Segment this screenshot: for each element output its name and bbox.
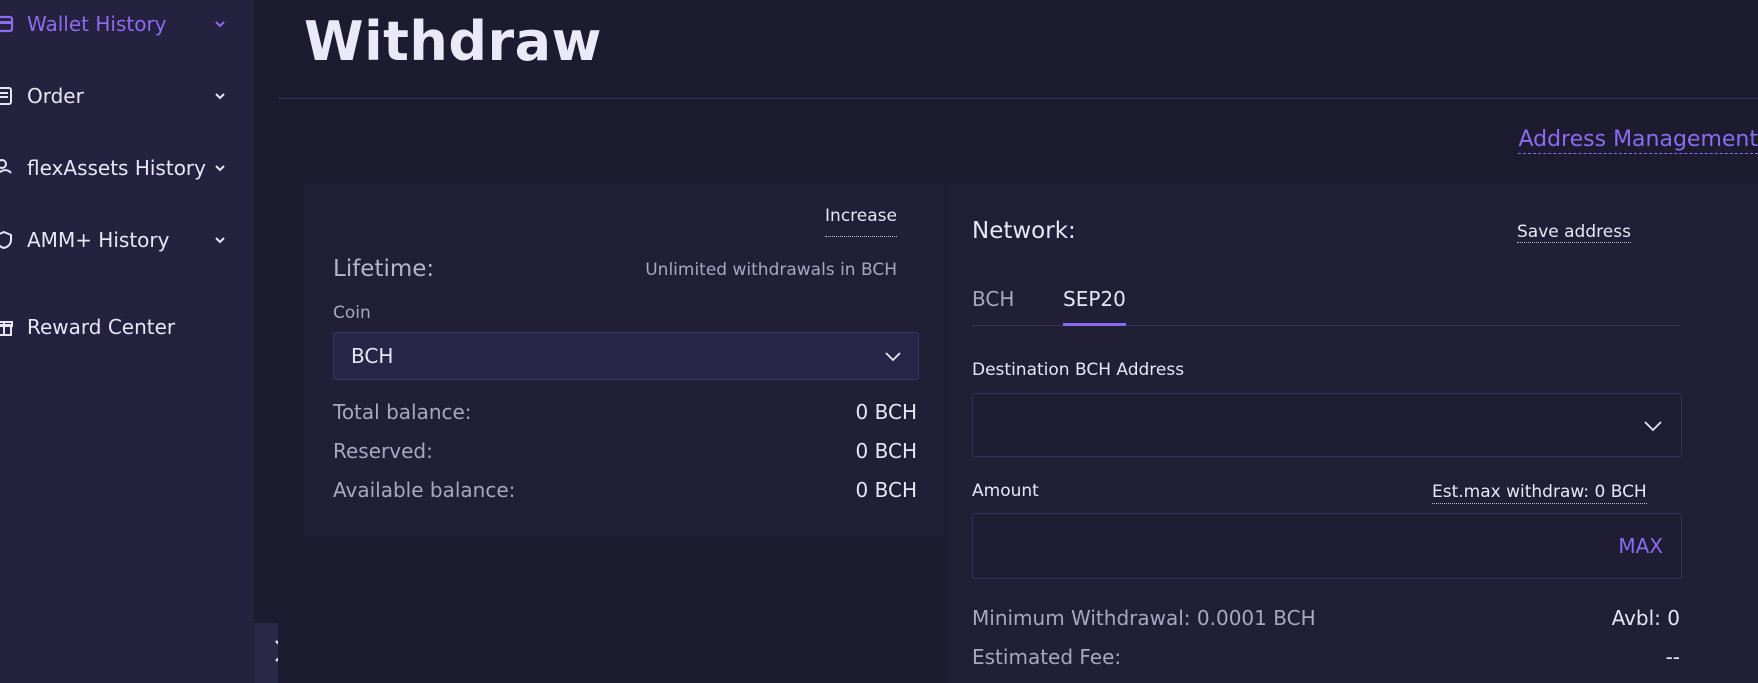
balance-card: Increase Lifetime: Unlimited withdrawals… bbox=[304, 184, 944, 536]
estimated-fee-value: -- bbox=[1665, 645, 1680, 669]
sidebar-item-order[interactable]: Order bbox=[0, 76, 254, 116]
destination-address-field bbox=[972, 393, 1682, 457]
balance-value: 0 BCH bbox=[855, 478, 917, 502]
sidebar-item-label: Wallet History bbox=[27, 12, 167, 36]
gift-icon bbox=[0, 317, 14, 337]
sidebar-item-label: AMM+ History bbox=[27, 228, 170, 252]
increase-link[interactable]: Increase bbox=[825, 206, 897, 237]
chevron-down-icon bbox=[212, 160, 228, 176]
minimum-withdrawal: Minimum Withdrawal: 0.0001 BCH bbox=[972, 606, 1316, 630]
shield-icon bbox=[0, 230, 14, 250]
available-amount: Avbl: 0 bbox=[1611, 606, 1680, 630]
reserved-balance-row: Reserved: 0 BCH bbox=[333, 439, 917, 467]
chevron-down-icon bbox=[212, 16, 228, 32]
sidebar-item-reward-center[interactable]: Reward Center bbox=[0, 307, 254, 347]
wallet-icon bbox=[0, 14, 14, 34]
network-tabs: BCH SEP20 bbox=[972, 284, 1680, 326]
lifetime-label: Lifetime: bbox=[333, 256, 435, 282]
destination-address-input[interactable] bbox=[987, 408, 1611, 442]
balance-label: Reserved: bbox=[333, 439, 433, 463]
balance-label: Available balance: bbox=[333, 478, 516, 502]
coin-label: Coin bbox=[333, 303, 371, 323]
lifetime-value: Unlimited withdrawals in BCH bbox=[645, 260, 897, 280]
page-title: Withdraw bbox=[304, 10, 602, 73]
coin-select[interactable]: BCH bbox=[333, 332, 919, 380]
sidebar: Wallet History Order flexAssets History … bbox=[0, 0, 254, 683]
sidebar-item-label: Reward Center bbox=[27, 315, 176, 339]
sidebar-item-wallet-history[interactable]: Wallet History bbox=[0, 4, 254, 44]
coins-icon bbox=[0, 158, 14, 178]
main-content: Withdraw Address Management Increase Lif… bbox=[278, 0, 1758, 683]
network-label: Network: bbox=[972, 218, 1076, 244]
chevron-down-icon[interactable] bbox=[1643, 415, 1663, 435]
sidebar-item-label: flexAssets History bbox=[27, 156, 206, 180]
amount-label: Amount bbox=[972, 481, 1039, 501]
estimated-fee-label: Estimated Fee: bbox=[972, 645, 1122, 669]
coin-select-value: BCH bbox=[351, 344, 394, 368]
amount-field: MAX bbox=[972, 513, 1682, 579]
balance-value: 0 BCH bbox=[855, 439, 917, 463]
tab-bch[interactable]: BCH bbox=[972, 284, 1014, 325]
tab-sep20[interactable]: SEP20 bbox=[1063, 284, 1126, 326]
chevron-down-icon bbox=[884, 347, 902, 365]
available-balance-row: Available balance: 0 BCH bbox=[333, 478, 917, 506]
amount-input[interactable] bbox=[987, 530, 1551, 564]
address-management-link[interactable]: Address Management bbox=[1518, 127, 1758, 154]
sidebar-item-flexassets-history[interactable]: flexAssets History bbox=[0, 148, 254, 188]
sidebar-item-amm-history[interactable]: AMM+ History bbox=[0, 220, 254, 260]
destination-address-label: Destination BCH Address bbox=[972, 360, 1185, 380]
total-balance-row: Total balance: 0 BCH bbox=[333, 400, 917, 428]
save-address-link[interactable]: Save address bbox=[1517, 222, 1631, 243]
balance-value: 0 BCH bbox=[855, 400, 917, 424]
withdraw-form-card: Network: Save address BCH SEP20 Destinat… bbox=[948, 184, 1758, 683]
order-icon bbox=[0, 86, 14, 106]
max-button[interactable]: MAX bbox=[1618, 534, 1663, 558]
chevron-down-icon bbox=[212, 88, 228, 104]
divider bbox=[278, 98, 1758, 99]
sidebar-item-label: Order bbox=[27, 84, 84, 108]
est-max-withdraw[interactable]: Est.max withdraw: 0 BCH bbox=[1432, 481, 1647, 504]
balance-label: Total balance: bbox=[333, 400, 472, 424]
chevron-down-icon bbox=[212, 232, 228, 248]
